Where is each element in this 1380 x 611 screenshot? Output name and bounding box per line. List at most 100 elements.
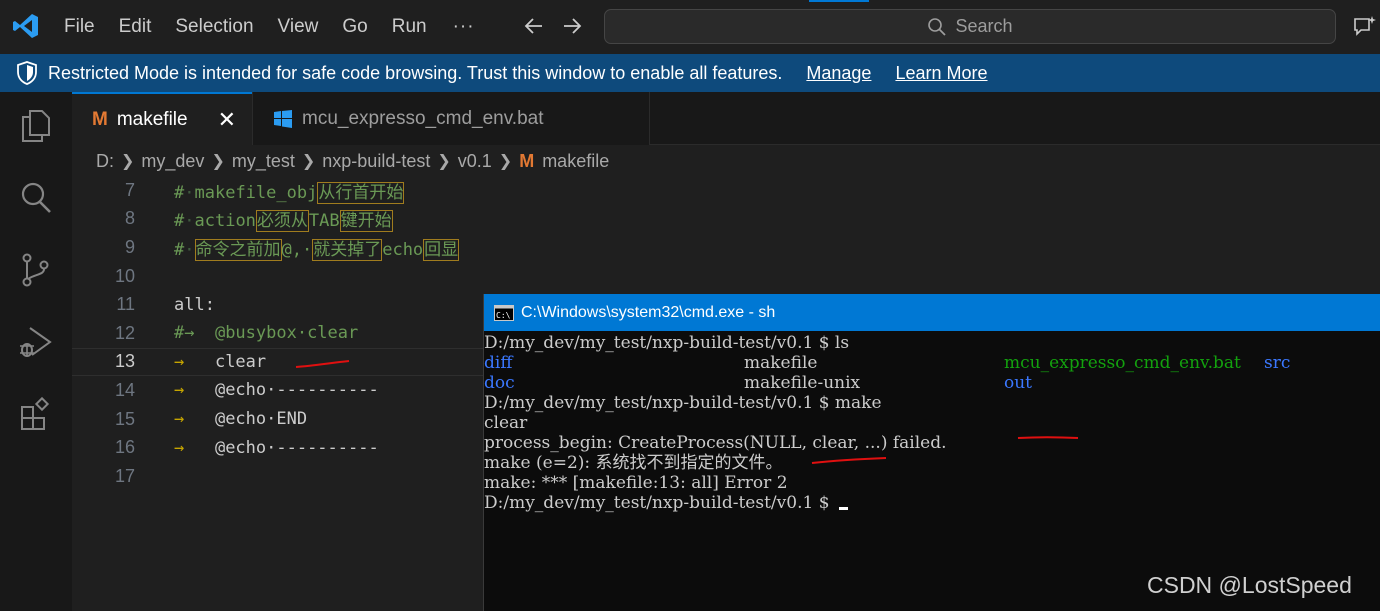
code-text: #·action必须从TAB键开始 xyxy=(174,210,393,233)
line-number: 12 xyxy=(114,322,135,343)
back-arrow-icon[interactable] xyxy=(522,14,546,38)
line-number: 15 xyxy=(114,408,135,429)
line-number: 16 xyxy=(114,437,135,458)
console-line: D:/my_dev/my_test/nxp-build-test/v0.1 $ … xyxy=(484,393,882,413)
line-number: 8 xyxy=(124,208,135,229)
restricted-mode-banner: Restricted Mode is intended for safe cod… xyxy=(0,54,1380,92)
console-line: clear xyxy=(484,413,528,433)
makefile-icon: M xyxy=(92,108,108,130)
tab-mcu-expresso-bat[interactable]: mcu_expresso_cmd_env.bat xyxy=(252,92,650,145)
menu-go[interactable]: Go xyxy=(330,0,379,54)
breadcrumb-item[interactable]: D: xyxy=(96,151,114,172)
chevron-right-icon: ❯ xyxy=(437,153,451,170)
line-number: 14 xyxy=(114,379,135,400)
banner-message: Restricted Mode is intended for safe cod… xyxy=(48,62,783,83)
cmd-title-bar[interactable]: C:\ C:\Windows\system32\cmd.exe - sh xyxy=(484,294,1380,331)
ls-entry: diff xyxy=(484,353,513,373)
terminal-icon: C:\ xyxy=(494,304,514,321)
code-line: 8 #·action必须从TAB键开始 xyxy=(72,205,1380,234)
learn-more-link[interactable]: Learn More xyxy=(895,63,987,84)
red-underline-annotation xyxy=(811,457,887,464)
search-icon xyxy=(928,17,947,36)
console-line: D:/my_dev/my_test/nxp-build-test/v0.1 $ … xyxy=(484,333,850,353)
menu-selection[interactable]: Selection xyxy=(163,0,265,54)
watermark: CSDN @LostSpeed xyxy=(1147,572,1352,598)
chevron-right-icon: ❯ xyxy=(498,153,513,170)
code-line: 10 xyxy=(72,262,1380,291)
line-number: 10 xyxy=(114,265,135,286)
title-accent xyxy=(809,0,869,2)
windows-batch-file-icon xyxy=(274,109,292,128)
search-sidebar-icon[interactable] xyxy=(18,180,54,216)
cmd-title: C:\Windows\system32\cmd.exe - sh xyxy=(521,303,776,321)
explorer-icon[interactable] xyxy=(18,108,54,144)
console-line-ls: diff makefile mcu_expresso_cmd_env.bat s… xyxy=(484,353,1380,373)
forward-arrow-icon[interactable] xyxy=(560,14,584,38)
menu-file[interactable]: File xyxy=(52,0,107,54)
code-text: #→ @busybox·clear xyxy=(174,323,359,344)
cmd-window[interactable]: C:\ C:\Windows\system32\cmd.exe - sh D:/… xyxy=(483,294,1380,611)
ls-entry: out xyxy=(1004,373,1033,393)
makefile-icon: M xyxy=(519,150,535,171)
console-line: make: *** [makefile:13: all] Error 2 xyxy=(484,473,788,493)
breadcrumb-item[interactable]: nxp-build-test xyxy=(322,151,430,172)
extensions-icon[interactable] xyxy=(18,396,54,432)
vscode-logo-icon xyxy=(13,14,38,38)
text-cursor xyxy=(838,507,848,510)
code-line: 9 #·命令之前加@,·就关掉了echo回显 xyxy=(72,233,1380,262)
menu-bar: File Edit Selection View Go Run ··· xyxy=(52,0,489,54)
chat-sparkle-icon[interactable] xyxy=(1352,14,1378,40)
title-bar: File Edit Selection View Go Run ··· Sear… xyxy=(0,0,1380,54)
chevron-right-icon: ❯ xyxy=(211,153,225,170)
menu-edit[interactable]: Edit xyxy=(107,0,164,54)
console-prompt-line[interactable]: D:/my_dev/my_test/nxp-build-test/v0.1 $ xyxy=(484,493,1380,513)
line-number: 11 xyxy=(116,294,135,315)
red-underline-annotation xyxy=(1017,436,1079,439)
command-center-search[interactable]: Search xyxy=(604,9,1336,44)
ls-entry: makefile xyxy=(744,353,818,373)
breadcrumb-item[interactable]: makefile xyxy=(542,151,609,172)
chevron-right-icon: ❯ xyxy=(121,153,135,170)
tab-makefile-label: makefile xyxy=(116,108,188,130)
tab-bat-label: mcu_expresso_cmd_env.bat xyxy=(302,107,544,129)
code-text: → @echo·---------- xyxy=(174,437,379,458)
line-number: 9 xyxy=(124,236,135,257)
breadcrumb-item[interactable]: my_dev xyxy=(141,151,204,172)
tab-close-icon[interactable]: ✕ xyxy=(218,107,236,133)
console-line-ls: doc makefile-unix out xyxy=(484,373,1380,393)
console-prompt: D:/my_dev/my_test/nxp-build-test/v0.1 $ xyxy=(484,493,835,513)
tab-bar: M makefile ✕ mcu_expresso_cmd_env.bat xyxy=(72,92,1380,145)
ls-entry: src xyxy=(1264,353,1291,373)
source-control-icon[interactable] xyxy=(18,252,54,288)
ls-entry: mcu_expresso_cmd_env.bat xyxy=(1004,353,1241,373)
ls-entry: doc xyxy=(484,373,515,393)
manage-link[interactable]: Manage xyxy=(806,63,871,84)
menu-more-button[interactable]: ··· xyxy=(439,16,489,38)
cmd-output: D:/my_dev/my_test/nxp-build-test/v0.1 $ … xyxy=(484,331,1380,513)
line-number: 17 xyxy=(114,465,135,486)
line-number: 13 xyxy=(114,351,135,372)
code-text: → clear xyxy=(174,351,267,372)
menu-run[interactable]: Run xyxy=(380,0,439,54)
code-line: 7 #·makefile_obj从行首开始 xyxy=(72,176,1380,205)
run-debug-icon[interactable] xyxy=(18,324,54,360)
code-text: → @echo·END xyxy=(174,409,308,430)
code-text: #·makefile_obj从行首开始 xyxy=(174,181,405,204)
breadcrumb-item[interactable]: my_test xyxy=(232,151,295,172)
line-number: 7 xyxy=(124,179,135,200)
console-line: make (e=2): 系统找不到指定的文件。 xyxy=(484,453,783,473)
breadcrumb-item[interactable]: v0.1 xyxy=(458,151,492,172)
red-underline-annotation xyxy=(295,360,350,368)
chevron-right-icon: ❯ xyxy=(301,153,316,170)
svg-text:C:\: C:\ xyxy=(496,311,511,320)
breadcrumb: D: ❯ my_dev ❯ my_test ❯ nxp-build-test ❯… xyxy=(96,146,609,176)
console-line: process_begin: CreateProcess(NULL, clear… xyxy=(484,433,947,453)
search-label: Search xyxy=(955,16,1013,36)
menu-view[interactable]: View xyxy=(266,0,331,54)
code-text: → @echo·---------- xyxy=(174,380,379,401)
shield-icon xyxy=(17,61,37,85)
activity-bar xyxy=(0,92,72,611)
code-text: all: xyxy=(174,294,215,315)
tab-makefile[interactable]: M makefile ✕ xyxy=(72,92,252,145)
ls-entry: makefile-unix xyxy=(744,373,861,393)
